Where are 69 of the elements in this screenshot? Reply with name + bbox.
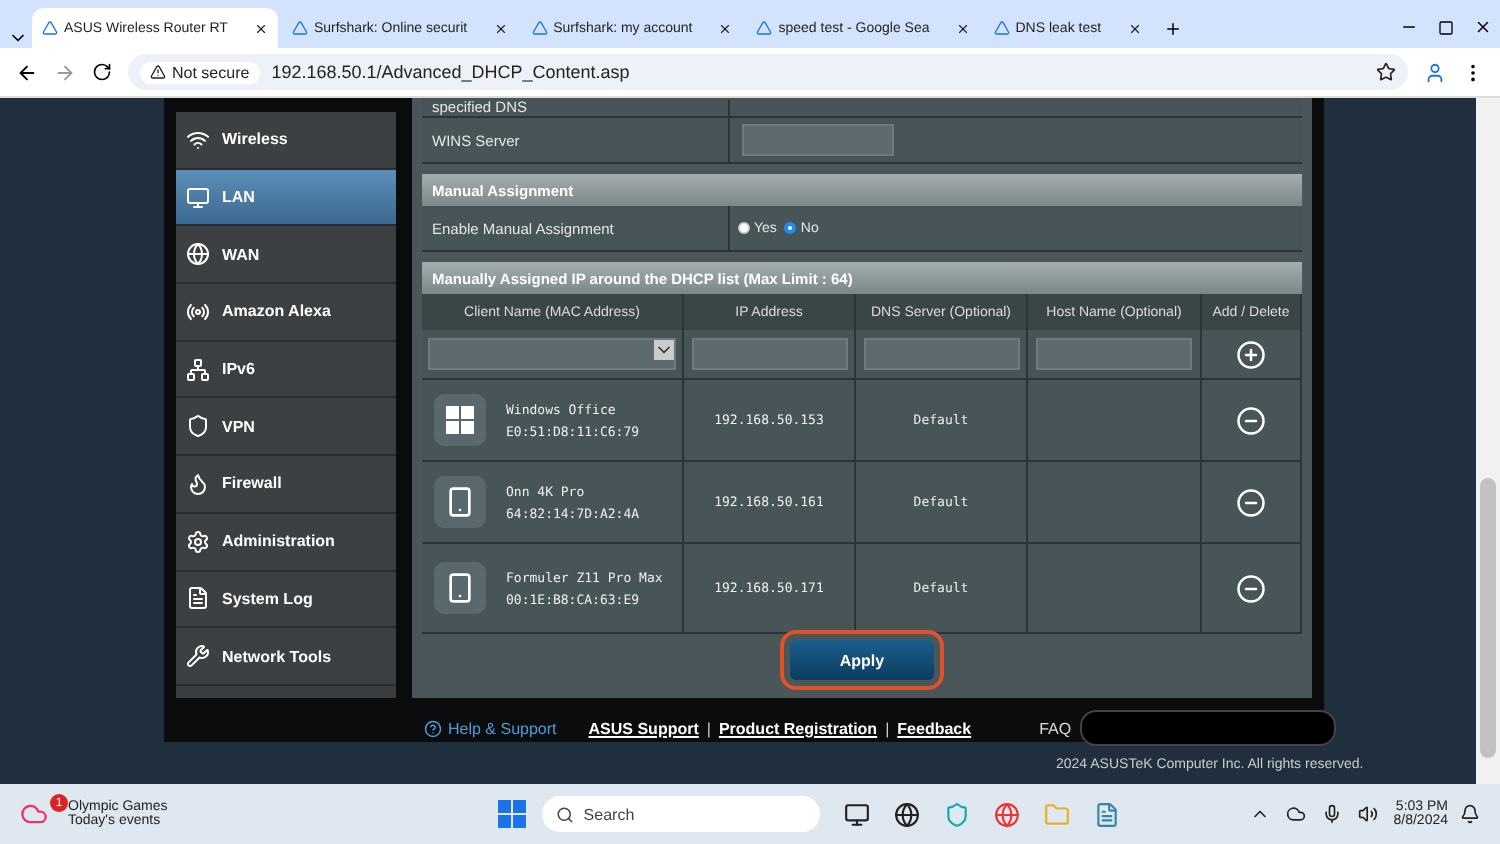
tab-favicon-icon: [756, 20, 773, 36]
wrench-icon: [186, 644, 210, 669]
delete-icon[interactable]: [1236, 487, 1266, 517]
faq-search-field[interactable]: [1079, 710, 1336, 746]
task-view-icon[interactable]: [843, 801, 870, 827]
sidebar-item[interactable]: LAN: [176, 169, 396, 227]
url-text: 192.168.50.1/Advanced_DHCP_Content.asp: [271, 62, 630, 82]
link-separator: |: [706, 719, 711, 737]
network-icon: [186, 357, 210, 382]
tab-favicon-icon: [42, 20, 58, 36]
address-bar[interactable]: Not secure 192.168.50.1/Advanced_DHCP_Content.asp: [128, 54, 1408, 90]
phone-icon: [444, 572, 476, 604]
weather-icon[interactable]: [20, 800, 48, 828]
bell-icon[interactable]: [1460, 804, 1480, 824]
shield-icon: [186, 414, 210, 439]
tab-favicon-icon: [993, 20, 1010, 36]
ip-address-field[interactable]: [691, 338, 847, 370]
bookmark-star-icon[interactable]: [1376, 62, 1396, 82]
radio-icon: [186, 299, 210, 324]
new-tab-icon[interactable]: [1163, 20, 1182, 38]
dropdown-arrow-icon[interactable]: [654, 340, 674, 360]
tab-close-icon[interactable]: [253, 21, 268, 35]
sidebar-item[interactable]: System Log: [176, 571, 396, 629]
start-icon[interactable]: [497, 800, 526, 828]
tab-favicon-icon: [531, 20, 548, 36]
microphone-icon[interactable]: [1321, 804, 1342, 824]
help-support-text: Help & Support: [448, 719, 557, 737]
apply-button[interactable]: Apply: [790, 640, 934, 680]
forward-icon[interactable]: [54, 61, 76, 83]
flame-icon: [186, 471, 210, 496]
document-icon: [186, 586, 210, 611]
scrollbar-thumb[interactable]: [1480, 478, 1496, 758]
footer-link[interactable]: Feedback: [897, 719, 972, 737]
phone-icon: [444, 486, 476, 518]
client-name-field[interactable]: [428, 338, 676, 370]
back-icon[interactable]: [16, 61, 38, 83]
search-icon: [555, 805, 574, 823]
link-separator: |: [885, 719, 890, 737]
delete-icon[interactable]: [1236, 573, 1266, 603]
maximize-icon[interactable]: [1438, 20, 1454, 36]
dns-server-field[interactable]: [863, 338, 1019, 370]
help-icon: [424, 719, 442, 737]
app-icon[interactable]: [893, 801, 920, 827]
cloud-icon[interactable]: [1285, 804, 1306, 824]
host-name-field[interactable]: [1036, 338, 1192, 370]
gear-icon: [186, 529, 210, 554]
footer-link[interactable]: Product Registration: [718, 719, 878, 737]
profile-icon[interactable]: [1424, 61, 1446, 83]
tab-close-icon[interactable]: [1127, 21, 1142, 35]
notepad-icon[interactable]: [1093, 801, 1120, 827]
windows-icon: [446, 406, 474, 434]
volume-icon[interactable]: [1357, 804, 1378, 824]
browser-icon[interactable]: [993, 801, 1020, 827]
tab-close-icon[interactable]: [955, 21, 970, 35]
warning-icon: [150, 64, 166, 80]
wins-server-field[interactable]: [742, 124, 894, 156]
security-label: Not secure: [172, 63, 250, 81]
globe-icon: [186, 242, 210, 267]
delete-icon[interactable]: [1236, 405, 1266, 435]
close-icon[interactable]: [1474, 18, 1492, 36]
tab-close-icon[interactable]: [493, 21, 508, 35]
tab-close-icon[interactable]: [718, 21, 733, 35]
monitor-icon: [186, 185, 210, 210]
footer-link[interactable]: ASUS Support: [588, 719, 699, 737]
tab-favicon-icon: [291, 20, 308, 36]
taskbar-search[interactable]: Search: [541, 796, 820, 832]
reload-icon[interactable]: [92, 62, 112, 82]
add-icon[interactable]: [1236, 339, 1266, 369]
faq-label: FAQ: [1039, 719, 1072, 737]
